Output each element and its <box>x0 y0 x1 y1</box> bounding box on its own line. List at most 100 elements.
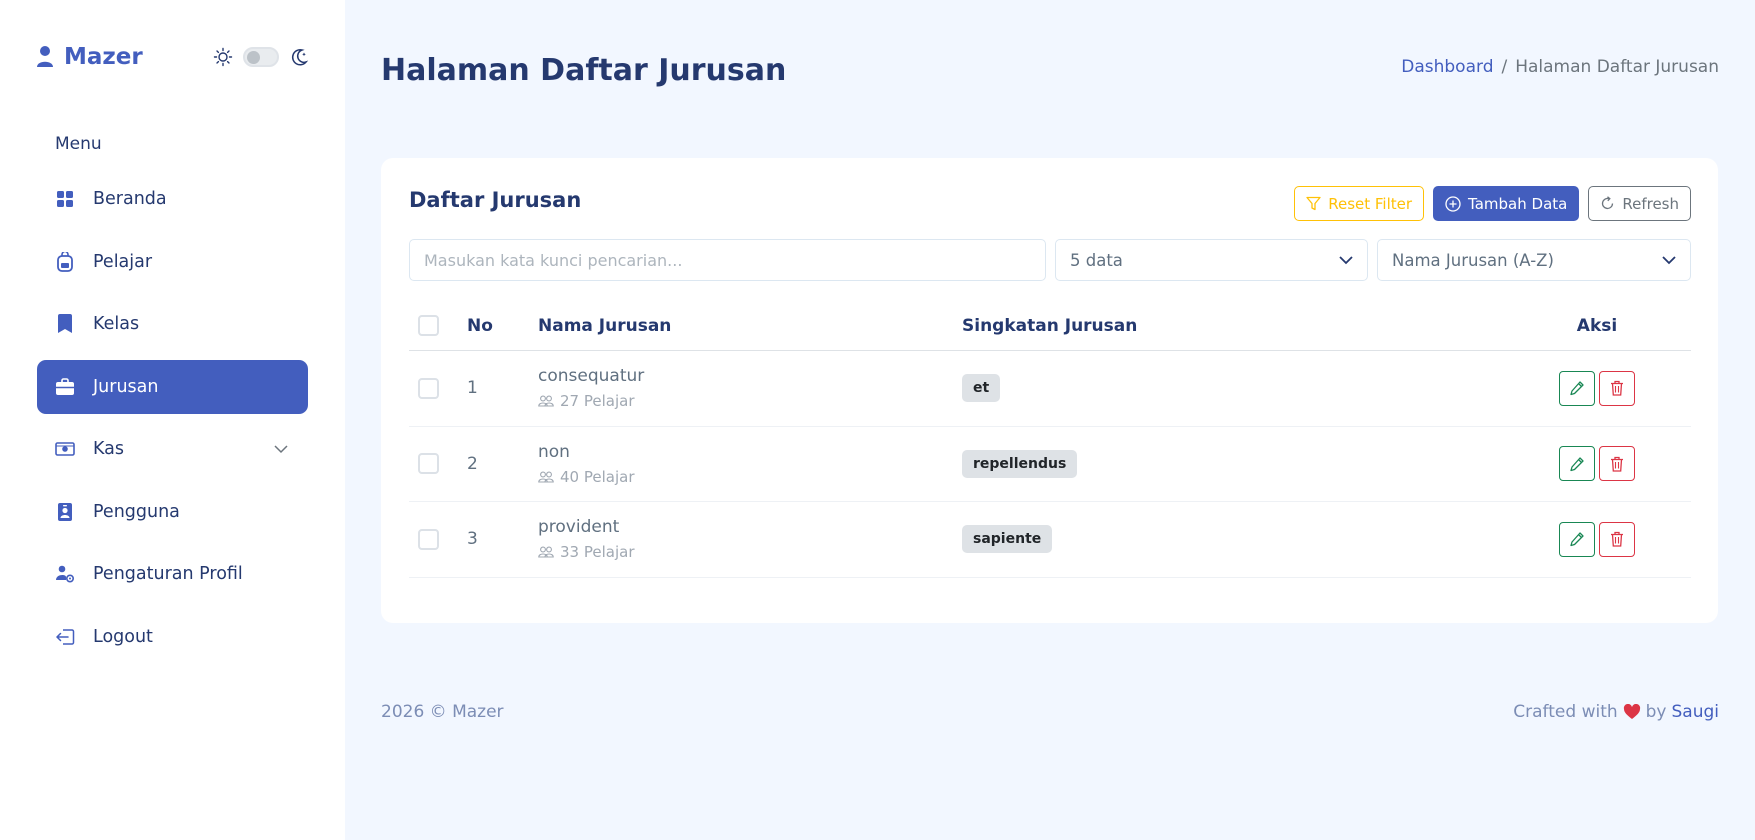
chevron-down-icon <box>274 444 288 453</box>
sort-select[interactable]: Nama Jurusan (A-Z) <box>1377 239 1691 281</box>
edit-button[interactable] <box>1559 521 1595 557</box>
footer-credits: Crafted with by Saugi <box>1513 702 1719 722</box>
student-count: 40 Pelajar <box>538 468 962 486</box>
sidebar-item-pengguna[interactable]: Pengguna <box>37 485 308 539</box>
refresh-label: Refresh <box>1622 194 1679 213</box>
delete-button[interactable] <box>1599 446 1635 482</box>
reset-filter-label: Reset Filter <box>1328 194 1413 213</box>
box-arrow-left-icon <box>55 627 75 647</box>
breadcrumb: Dashboard / Halaman Daftar Jurusan <box>1401 57 1719 77</box>
delete-button[interactable] <box>1599 370 1635 406</box>
pencil-icon <box>1570 381 1584 396</box>
sidebar-header: Mazer <box>36 40 309 74</box>
card-actions: Reset Filter Tambah Data Refresh <box>1294 186 1691 221</box>
theme-toggle <box>213 47 309 67</box>
footer-crafted-prefix: Crafted with <box>1513 702 1618 722</box>
abbr-badge: et <box>962 374 1001 403</box>
edit-button[interactable] <box>1559 370 1595 406</box>
row-checkbox[interactable] <box>418 528 439 550</box>
people-icon <box>538 471 554 483</box>
filter-bar: 5 data Nama Jurusan (A-Z) <box>409 239 1691 281</box>
sidebar-item-label: Beranda <box>93 189 167 209</box>
column-header-name[interactable]: Nama Jurusan <box>538 316 962 336</box>
limit-select-value: 5 data <box>1070 250 1123 270</box>
edit-button[interactable] <box>1559 446 1595 482</box>
row-checkbox[interactable] <box>418 377 439 399</box>
sun-icon <box>213 47 233 67</box>
jurusan-table: No Nama Jurusan Singkatan Jurusan Aksi 1… <box>409 301 1691 578</box>
breadcrumb-current: Halaman Daftar Jurusan <box>1515 57 1719 77</box>
card-title: Daftar Jurusan <box>409 188 582 212</box>
table-row: 1 consequatur 27 Pelajar et <box>409 351 1691 427</box>
student-count: 33 Pelajar <box>538 543 962 561</box>
people-icon <box>538 395 554 407</box>
row-number: 1 <box>467 378 478 399</box>
chevron-down-icon <box>1662 255 1676 264</box>
chevron-down-icon <box>1339 255 1353 264</box>
student-count: 27 Pelajar <box>538 392 962 410</box>
sidebar-item-beranda[interactable]: Beranda <box>37 172 308 226</box>
sidebar-item-kelas[interactable]: Kelas <box>37 297 308 351</box>
brand-name: Mazer <box>64 44 143 70</box>
cash-icon <box>55 439 75 459</box>
table-row: 3 provident 33 Pelajar sapiente <box>409 502 1691 578</box>
column-header-action: Aksi <box>1576 315 1618 336</box>
sidebar-item-label: Logout <box>93 626 153 647</box>
sidebar-item-label: Kas <box>93 439 125 459</box>
abbr-badge: sapiente <box>962 525 1053 554</box>
sidebar-item-label: Kelas <box>93 314 140 334</box>
limit-select[interactable]: 5 data <box>1055 239 1368 281</box>
search-input[interactable] <box>409 239 1046 281</box>
sort-select-value: Nama Jurusan (A-Z) <box>1392 250 1554 270</box>
people-icon <box>538 546 554 558</box>
sidebar-menu: Beranda Pelajar Kelas Jurusan Kas Penggu… <box>37 172 308 672</box>
sidebar-item-logout[interactable]: Logout <box>37 610 308 664</box>
sidebar-item-label: Pengaturan Profil <box>93 564 243 584</box>
sidebar-item-label: Pengguna <box>93 501 180 522</box>
sidebar-item-label: Jurusan <box>93 376 159 397</box>
menu-title: Menu <box>55 134 102 154</box>
breadcrumb-separator: / <box>1501 57 1508 77</box>
jurusan-name: non <box>538 441 570 462</box>
bookmark-icon <box>55 314 75 334</box>
dark-mode-switch[interactable] <box>243 47 279 67</box>
sidebar-item-label: Pelajar <box>93 251 153 272</box>
trash-icon <box>1611 532 1623 547</box>
sidebar-item-jurusan[interactable]: Jurusan <box>37 359 308 414</box>
jurusan-card: Daftar Jurusan Reset Filter Tambah Data … <box>381 158 1718 623</box>
refresh-icon <box>1602 196 1614 210</box>
column-header-abbr[interactable]: Singkatan Jurusan <box>962 316 1512 336</box>
sidebar-item-pelajar[interactable]: Pelajar <box>37 235 308 289</box>
person-gear-icon <box>55 564 75 584</box>
trash-icon <box>1611 381 1623 396</box>
brand-logo[interactable]: Mazer <box>36 44 143 70</box>
person-icon <box>37 46 53 67</box>
reset-filter-button[interactable]: Reset Filter <box>1294 186 1425 221</box>
moon-icon <box>291 49 309 66</box>
trash-icon <box>1611 456 1623 472</box>
add-data-label: Tambah Data <box>1468 194 1568 213</box>
sidebar: Mazer Menu Beranda Pelajar Kelas Jurusan… <box>0 0 345 840</box>
footer-author-link[interactable]: Saugi <box>1672 702 1720 722</box>
heart-icon <box>1623 704 1640 719</box>
refresh-button[interactable]: Refresh <box>1588 186 1691 221</box>
row-number: 3 <box>467 529 478 550</box>
pencil-icon <box>1570 532 1584 547</box>
pencil-icon <box>1570 457 1584 471</box>
student-count-label: 27 Pelajar <box>560 392 635 411</box>
backpack-icon <box>55 251 75 272</box>
add-data-button[interactable]: Tambah Data <box>1433 186 1580 221</box>
table-row: 2 non 40 Pelajar repellendus <box>409 427 1691 502</box>
plus-circle-icon <box>1445 195 1461 212</box>
row-checkbox[interactable] <box>418 453 439 475</box>
column-header-no: No <box>467 315 493 336</box>
sidebar-item-pengaturan-profil[interactable]: Pengaturan Profil <box>37 547 308 601</box>
switch-knob <box>247 51 260 64</box>
breadcrumb-dashboard-link[interactable]: Dashboard <box>1401 57 1493 77</box>
grid-icon <box>55 189 75 209</box>
person-badge-icon <box>55 502 75 522</box>
delete-button[interactable] <box>1599 521 1635 557</box>
jurusan-name: consequatur <box>538 366 645 387</box>
sidebar-item-kas[interactable]: Kas <box>37 422 308 476</box>
select-all-checkbox[interactable] <box>418 315 439 336</box>
